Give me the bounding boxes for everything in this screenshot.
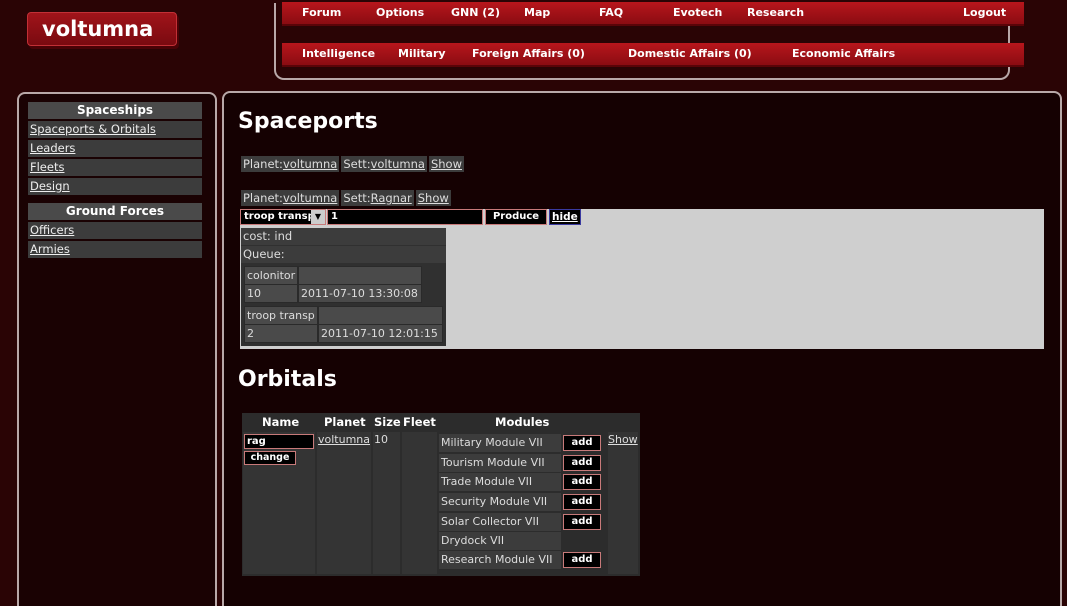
orbitals-title: Orbitals [238,367,337,392]
add-module-button[interactable]: add [563,474,601,490]
queue-item-blank [299,267,421,284]
add-module-button[interactable]: add [563,435,601,451]
secondary-nav: Intelligence Military Foreign Affairs (0… [282,43,1024,67]
main-nav: Forum Options GNN (2) Map FAQ Evotech Re… [282,2,1024,26]
nav-logout[interactable]: Logout [963,6,1006,19]
queue-item-unit: troop transp [245,307,317,324]
planet-link[interactable]: voltumna [283,157,337,171]
cell-fleet [402,432,437,574]
col-header-fleet: Fleet [403,415,436,429]
nav-forum[interactable]: Forum [302,6,341,19]
nav-options[interactable]: Options [376,6,424,19]
sidebar-section-ground-forces: Ground Forces Officers Armies [28,203,202,258]
production-controls: troop transp ▼ 1 Produce hide [240,209,581,226]
module-name: Trade Module VII [439,473,561,491]
spaceport-entry: Planet:voltumna Sett:Ragnar Show [241,190,451,206]
sidebar: Spaceships Spaceports & Orbitals Leaders… [17,92,217,606]
sidebar-item-design[interactable]: Design [28,178,202,195]
col-header-modules: Modules [495,415,550,429]
nav-research[interactable]: Research [747,6,804,19]
sidebar-item-leaders[interactable]: Leaders [28,140,202,157]
add-module-button[interactable]: add [563,494,601,510]
add-module-button[interactable]: add [563,514,601,530]
queue-item-count: 10 [245,285,297,302]
queue-item-time: 2011-07-10 12:01:15 [319,325,442,342]
queue-box: cost: ind Queue: colonitor 10 2011-07-10… [241,228,446,346]
show-link[interactable]: Show [418,191,449,205]
add-module-button[interactable]: add [563,455,601,471]
sett-link[interactable]: Ragnar [371,191,412,205]
sett-link[interactable]: voltumna [371,157,425,171]
col-header-planet: Planet [324,415,366,429]
planet-link[interactable]: voltumna [283,191,337,205]
nav-map[interactable]: Map [524,6,550,19]
site-logo[interactable]: voltumna [27,12,177,46]
orbital-show-link[interactable]: Show [608,433,638,446]
orbitals-table: Name Planet Size Fleet Modules rag chang… [242,413,640,576]
sidebar-heading-spaceships: Spaceships [28,102,202,119]
nav-foreign-affairs[interactable]: Foreign Affairs (0) [472,47,585,60]
module-name: Solar Collector VII [439,513,561,531]
sidebar-item-officers[interactable]: Officers [28,222,202,239]
produce-button[interactable]: Produce [485,209,547,225]
nav-gnn[interactable]: GNN (2) [451,6,500,19]
module-name: Tourism Module VII [439,454,561,472]
queue-item-time: 2011-07-10 13:30:08 [299,285,421,302]
sidebar-item-fleets[interactable]: Fleets [28,159,202,176]
sett-label: Sett:voltumna [341,156,427,172]
module-name: Drydock VII [439,532,561,550]
queue-item-blank [319,307,442,324]
module-name: Military Module VII [439,434,561,452]
queue-item-count: 2 [245,325,317,342]
main-content: Spaceports Planet:voltumna Sett:voltumna… [222,91,1062,606]
show-link[interactable]: Show [431,157,462,171]
cell-action [608,432,638,574]
nav-economic-affairs[interactable]: Economic Affairs [792,47,895,60]
module-name: Security Module VII [439,493,561,511]
planet-label: Planet:voltumna [241,156,340,172]
cost-text: cost: ind [241,228,446,245]
cell-planet [317,432,371,574]
change-button[interactable]: change [244,451,296,465]
queue-item: troop transp 2 2011-07-10 12:01:15 [244,306,443,343]
add-module-button[interactable]: add [563,552,601,568]
nav-intelligence[interactable]: Intelligence [302,47,375,60]
col-header-name: Name [262,415,300,429]
queue-label: Queue: [241,246,446,263]
page-title: Spaceports [238,109,378,134]
quantity-input[interactable]: 1 [327,209,483,225]
sett-label: Sett:Ragnar [341,190,414,206]
production-panel: troop transp ▼ 1 Produce hide cost: ind … [240,209,1044,349]
sidebar-section-spaceships: Spaceships Spaceports & Orbitals Leaders… [28,102,202,195]
orbital-name-input[interactable]: rag [244,434,314,449]
nav-military[interactable]: Military [398,47,446,60]
sidebar-item-armies[interactable]: Armies [28,241,202,258]
queue-item-unit: colonitor [245,267,297,284]
orbital-planet-link[interactable]: voltumna [318,433,370,446]
nav-faq[interactable]: FAQ [599,6,623,19]
planet-label: Planet:voltumna [241,190,340,206]
sidebar-heading-ground-forces: Ground Forces [28,203,202,220]
nav-evotech[interactable]: Evotech [673,6,722,19]
nav-domestic-affairs[interactable]: Domestic Affairs (0) [628,47,752,60]
col-header-size: Size [374,415,401,429]
module-name: Research Module VII [439,551,561,569]
queue-item: colonitor 10 2011-07-10 13:30:08 [244,266,422,303]
cell-size [373,432,400,574]
chevron-down-icon: ▼ [311,210,325,224]
sidebar-item-spaceports-orbitals[interactable]: Spaceports & Orbitals [28,121,202,138]
orbital-size: 10 [374,433,388,446]
hide-link[interactable]: hide [549,209,581,225]
unit-select-value: troop transp [244,211,315,222]
unit-select[interactable]: troop transp ▼ [240,209,326,225]
spaceport-entry: Planet:voltumna Sett:voltumna Show [241,156,464,172]
